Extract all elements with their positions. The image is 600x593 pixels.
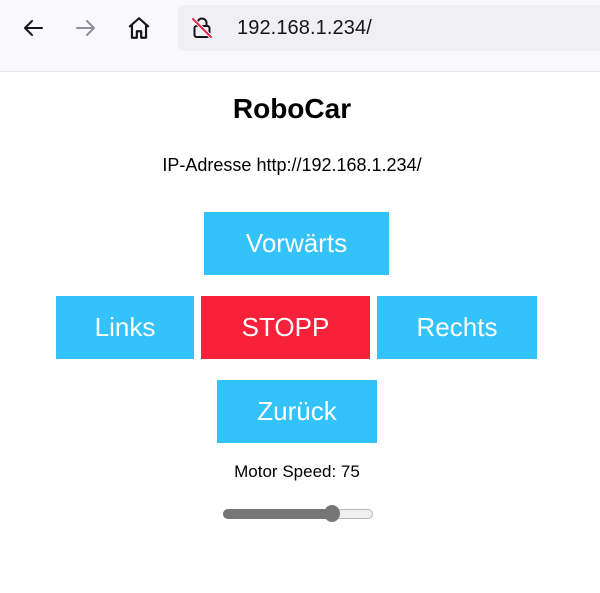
slider-fill [223, 509, 332, 519]
right-button[interactable]: Rechts [377, 296, 537, 359]
insecure-lock-icon[interactable] [190, 16, 214, 40]
forward-button[interactable] [68, 10, 104, 46]
browser-toolbar: 192.168.1.234/ [0, 0, 600, 72]
backward-button[interactable]: Zurück [217, 380, 377, 443]
motor-speed-label: Motor Speed: 75 [234, 462, 360, 481]
slider-thumb[interactable] [323, 505, 340, 522]
stop-button[interactable]: STOPP [201, 296, 370, 359]
back-button[interactable] [15, 10, 51, 46]
home-icon [128, 17, 150, 39]
page-title: RoboCar [232, 93, 352, 124]
arrow-left-icon [24, 20, 43, 36]
home-button[interactable] [121, 10, 157, 46]
arrow-right-icon [76, 20, 95, 36]
motor-speed-slider[interactable] [223, 505, 373, 523]
url-text[interactable]: 192.168.1.234/ [237, 17, 372, 40]
left-button[interactable]: Links [56, 296, 194, 359]
page-content: RoboCar IP-Adresse http://192.168.1.234/… [0, 73, 600, 593]
ip-address-text: IP-Adresse http://192.168.1.234/ [162, 155, 422, 175]
url-bar[interactable]: 192.168.1.234/ [178, 5, 600, 51]
forward-button[interactable]: Vorwärts [204, 212, 389, 275]
